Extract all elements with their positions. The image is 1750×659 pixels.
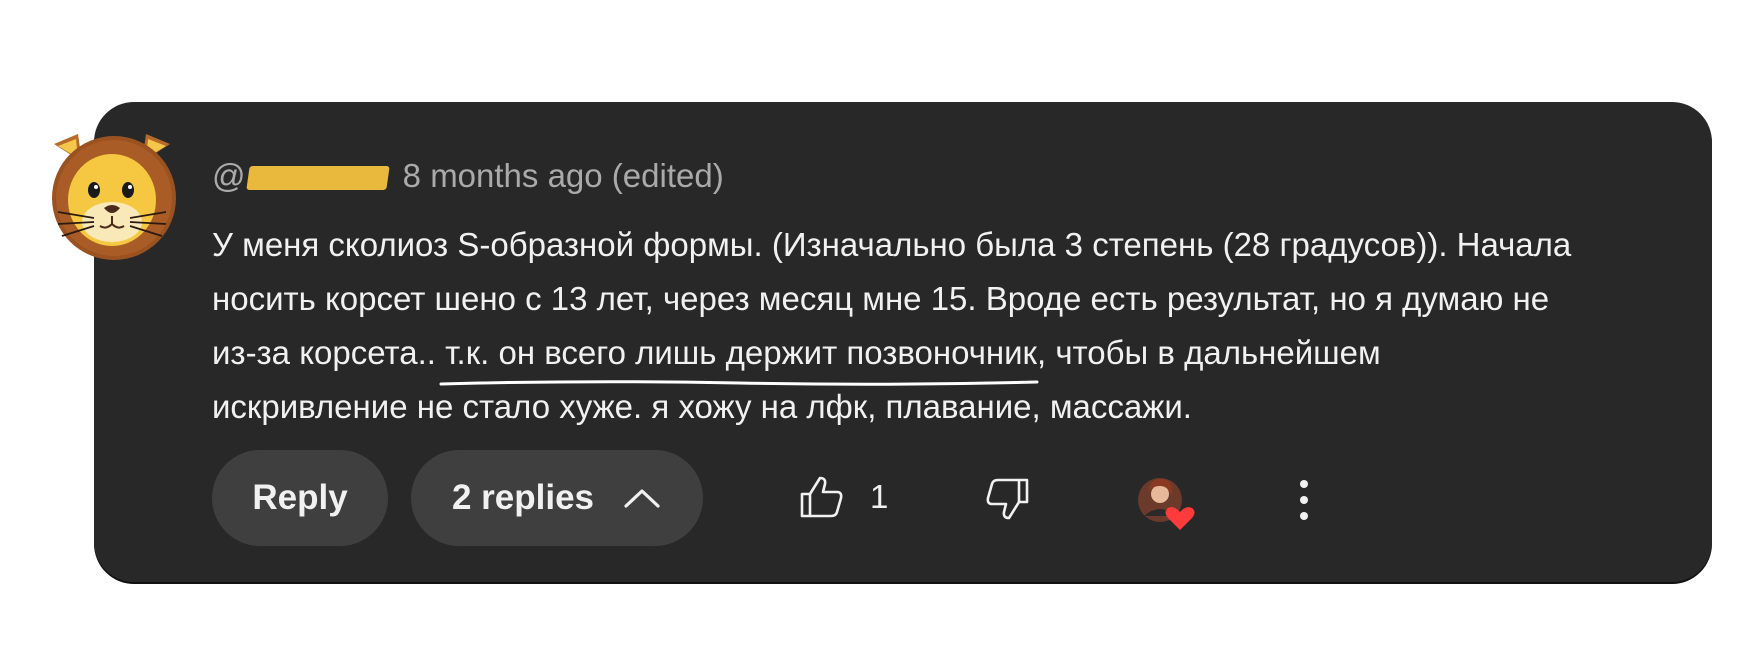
comment-line: носить корсет шено с 13 лет, через месяц…	[212, 280, 1550, 317]
underlined-text: т.к. он всего лишь держит позвоночник	[445, 334, 1037, 371]
comment-line: из-за корсета.. т.к. он всего лишь держи…	[212, 326, 1672, 386]
hand-drawn-underline	[439, 380, 1039, 386]
chevron-up-icon	[624, 489, 660, 508]
comment-line: искривление не стало хуже. я хожу на лфк…	[212, 388, 1192, 425]
thumbs-down-icon[interactable]	[985, 476, 1031, 522]
comment-text: У меня сколиоз S-образной формы. (Изнача…	[212, 218, 1672, 434]
replies-button-label: 2 replies	[451, 478, 595, 517]
author-handle[interactable]: @	[212, 157, 390, 195]
lion-avatar-icon[interactable]	[36, 126, 196, 276]
more-vertical-icon[interactable]	[1292, 478, 1316, 522]
comment-timestamp[interactable]: 8 months ago (edited)	[403, 157, 724, 194]
reply-button[interactable]: Reply	[212, 450, 388, 546]
redacted-handle-mask	[245, 166, 390, 191]
thumbs-up-icon[interactable]	[798, 474, 844, 520]
comment-header: @ 8 months ago (edited)	[212, 157, 724, 195]
handle-prefix[interactable]: @	[212, 157, 246, 194]
creator-heart-icon[interactable]	[1134, 474, 1200, 534]
replies-toggle-button[interactable]: 2 replies	[411, 450, 703, 546]
underlined-phrase: т.к. он всего лишь держит позвоночник	[439, 326, 1039, 386]
comment-line-segment: , чтобы в дальнейшем	[1037, 334, 1381, 371]
comment-line: У меня сколиоз S-образной формы. (Изнача…	[212, 226, 1572, 263]
like-count: 1	[870, 478, 889, 515]
reply-button-label: Reply	[252, 478, 348, 517]
comment-line-segment: из-за корсета..	[212, 334, 446, 371]
